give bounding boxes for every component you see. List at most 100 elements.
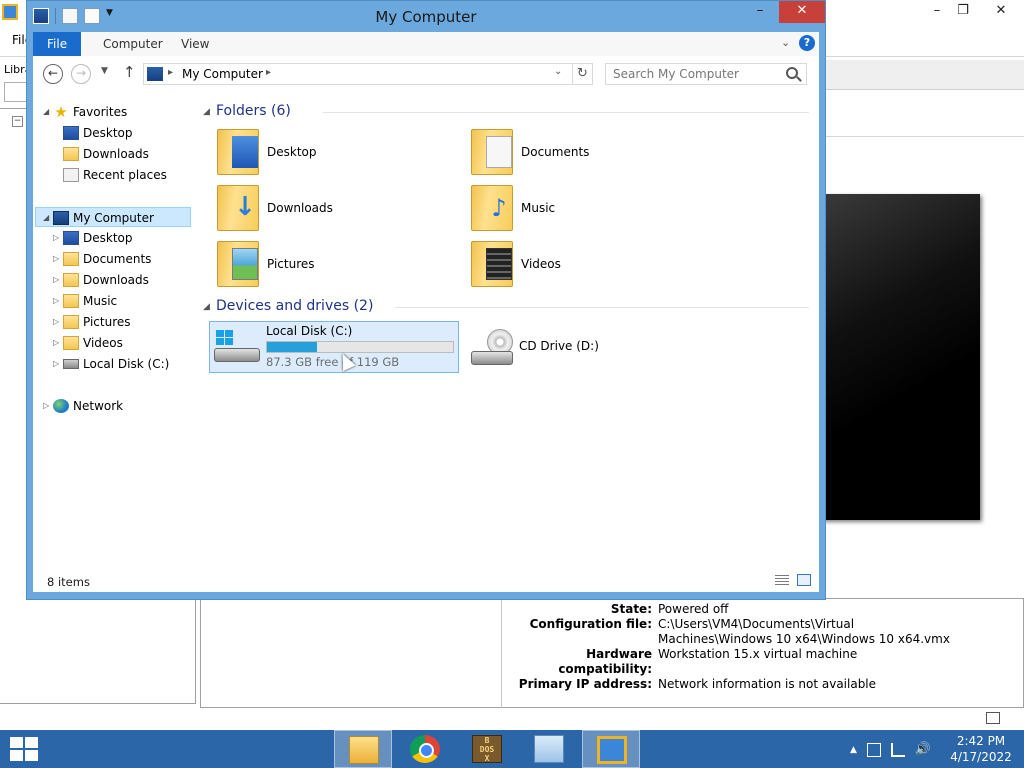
folder-tile-desktop[interactable]: Desktop bbox=[211, 127, 461, 179]
collapse-group-icon[interactable]: ◢ bbox=[203, 107, 210, 117]
folder-label: Music bbox=[521, 201, 556, 215]
expand-arrow-icon[interactable]: ▷ bbox=[53, 354, 59, 374]
vmware-close-button[interactable]: ✕ bbox=[984, 0, 1018, 22]
taskbar-performance-monitor[interactable] bbox=[520, 730, 578, 768]
nav-item-label: Desktop bbox=[83, 231, 133, 245]
navigation-pane: ◢ ★ Favorites Desktop Downloads Recent p… bbox=[33, 92, 195, 562]
minimize-button[interactable]: – bbox=[746, 1, 774, 23]
performance-monitor-icon bbox=[534, 735, 564, 763]
network-icon bbox=[53, 399, 69, 413]
vmware-tab-strip[interactable] bbox=[826, 60, 1024, 90]
volume-icon[interactable]: 🔊 bbox=[915, 743, 931, 757]
expand-arrow-icon[interactable]: ▷ bbox=[53, 312, 59, 332]
vm-detail-ip: Primary IP address: Network information … bbox=[504, 677, 1004, 692]
vmware-maximize-button[interactable]: ❐ bbox=[946, 0, 980, 22]
nav-item-fav-desktop[interactable]: Desktop bbox=[33, 123, 193, 143]
message-log-icon[interactable] bbox=[986, 712, 1000, 724]
help-icon[interactable]: ? bbox=[799, 35, 815, 51]
expand-arrow-icon[interactable]: ◢ bbox=[43, 102, 49, 122]
computer-icon bbox=[147, 67, 163, 81]
action-center-icon[interactable] bbox=[866, 743, 881, 757]
recent-places-icon bbox=[63, 168, 79, 182]
cd-drive-icon bbox=[467, 329, 513, 365]
taskbar-file-explorer[interactable] bbox=[334, 730, 392, 768]
ribbon: File Computer View ⌄ ? bbox=[33, 32, 819, 56]
downloads-folder-icon bbox=[63, 273, 79, 287]
nav-item-my-computer[interactable]: ◢ My Computer bbox=[35, 207, 191, 227]
nav-item-documents[interactable]: ▷ Documents bbox=[33, 249, 193, 269]
nav-item-favorites[interactable]: ◢ ★ Favorites bbox=[33, 102, 193, 122]
up-button[interactable]: ↑ bbox=[123, 63, 136, 81]
folder-tile-videos[interactable]: Videos bbox=[465, 239, 715, 291]
collapse-group-icon[interactable]: ◢ bbox=[203, 302, 210, 312]
drive-tile-local-disk[interactable]: Local Disk (C:) 87.3 GB free of 119 GB bbox=[209, 321, 459, 373]
folder-label: Pictures bbox=[267, 257, 315, 271]
detail-value: Workstation 15.x virtual machine bbox=[658, 647, 858, 661]
divider bbox=[501, 598, 502, 708]
explorer-titlebar[interactable]: ▼ My Computer – □ ✕ bbox=[27, 1, 825, 31]
nav-item-local-disk[interactable]: ▷ Local Disk (C:) bbox=[33, 354, 193, 374]
recent-locations-button[interactable]: ▼ bbox=[101, 66, 108, 76]
tree-collapse-toggle[interactable]: − bbox=[12, 116, 23, 127]
taskbar-clock[interactable]: 2:42 PM 4/17/2022 bbox=[948, 733, 1014, 765]
pictures-folder-icon bbox=[63, 315, 79, 329]
taskbar-chrome[interactable] bbox=[396, 730, 454, 768]
file-explorer-icon bbox=[349, 736, 379, 764]
expand-arrow-icon[interactable]: ▷ bbox=[53, 270, 59, 290]
search-icon[interactable] bbox=[786, 67, 798, 79]
taskbar-vmware[interactable] bbox=[582, 730, 640, 768]
music-folder-icon: ♪ bbox=[471, 185, 513, 231]
address-bar[interactable]: ▸ My Computer ▸ ⌄ ↻ bbox=[143, 63, 593, 85]
back-button[interactable]: ← bbox=[43, 64, 63, 84]
expand-arrow-icon[interactable]: ▷ bbox=[53, 249, 59, 269]
folder-tile-music[interactable]: ♪ Music bbox=[465, 183, 715, 235]
tab-view[interactable]: View bbox=[167, 32, 223, 56]
breadcrumb[interactable]: My Computer bbox=[182, 67, 263, 81]
nav-item-label: Music bbox=[83, 294, 118, 308]
vm-preview-thumbnail[interactable] bbox=[822, 194, 980, 520]
detail-key: Primary IP address: bbox=[518, 677, 652, 691]
nav-item-fav-recent[interactable]: Recent places bbox=[33, 165, 193, 185]
folder-tile-documents[interactable]: Documents bbox=[465, 127, 715, 179]
large-icons-view-icon[interactable] bbox=[797, 574, 811, 586]
folder-tile-downloads[interactable]: ↓ Downloads bbox=[211, 183, 461, 235]
breadcrumb-chevron-icon[interactable]: ▸ bbox=[266, 67, 271, 78]
group-header-folders[interactable]: Folders (6) bbox=[216, 103, 291, 119]
nav-item-label: Downloads bbox=[83, 147, 149, 161]
search-input[interactable] bbox=[606, 64, 782, 84]
expand-arrow-icon[interactable]: ▷ bbox=[53, 333, 59, 353]
taskbar-dosbox[interactable]: B DOS X bbox=[458, 730, 516, 768]
taskbar: B DOS X ▲ 🔊 2:42 PM 4/17/2022 bbox=[0, 730, 1024, 768]
close-button[interactable]: ✕ bbox=[779, 1, 825, 23]
network-status-icon[interactable] bbox=[890, 743, 905, 757]
nav-item-videos[interactable]: ▷ Videos bbox=[33, 333, 193, 353]
nav-item-pictures[interactable]: ▷ Pictures bbox=[33, 312, 193, 332]
breadcrumb-chevron-icon[interactable]: ▸ bbox=[168, 67, 173, 78]
expand-arrow-icon[interactable]: ▷ bbox=[53, 291, 59, 311]
folder-tile-pictures[interactable]: Pictures bbox=[211, 239, 461, 291]
nav-item-desktop[interactable]: ▷ Desktop bbox=[33, 228, 193, 248]
nav-item-music[interactable]: ▷ Music bbox=[33, 291, 193, 311]
group-header-drives[interactable]: Devices and drives (2) bbox=[216, 298, 373, 314]
expand-ribbon-icon[interactable]: ⌄ bbox=[781, 36, 790, 49]
tab-computer[interactable]: Computer bbox=[89, 32, 177, 56]
drive-tile-cd[interactable]: CD Drive (D:) bbox=[463, 321, 713, 373]
nav-item-fav-downloads[interactable]: Downloads bbox=[33, 144, 193, 164]
forward-button[interactable]: → bbox=[71, 64, 91, 84]
expand-arrow-icon[interactable]: ▷ bbox=[53, 228, 59, 248]
nav-item-downloads[interactable]: ▷ Downloads bbox=[33, 270, 193, 290]
address-dropdown-button[interactable]: ⌄ bbox=[554, 66, 562, 77]
start-button[interactable] bbox=[10, 737, 40, 761]
details-view-icon[interactable] bbox=[775, 575, 789, 586]
expand-arrow-icon[interactable]: ◢ bbox=[43, 208, 49, 228]
explorer-window: ▼ My Computer – □ ✕ File Computer View ⌄… bbox=[26, 0, 826, 600]
documents-folder-icon bbox=[471, 129, 513, 175]
divider bbox=[395, 307, 809, 308]
show-hidden-icons-icon[interactable]: ▲ bbox=[850, 745, 857, 755]
tab-file[interactable]: File bbox=[33, 32, 82, 56]
window-title: My Computer bbox=[375, 8, 477, 26]
expand-arrow-icon[interactable]: ▷ bbox=[43, 396, 49, 416]
nav-item-network[interactable]: ▷ Network bbox=[33, 396, 193, 416]
status-item-count: 8 items bbox=[47, 575, 90, 589]
refresh-button[interactable]: ↻ bbox=[572, 64, 592, 84]
